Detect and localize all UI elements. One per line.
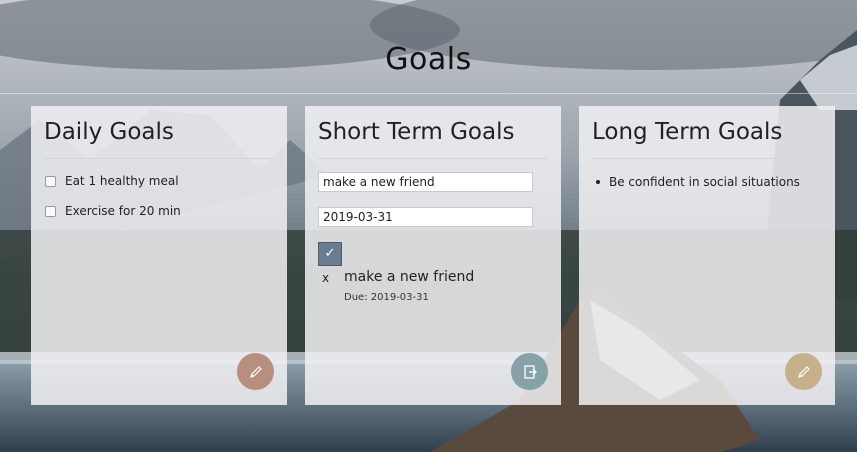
pencil-icon	[797, 365, 810, 378]
remove-goal-button[interactable]: x	[322, 271, 329, 285]
long-term-goals-card: Long Term Goals Be confident in social s…	[579, 106, 835, 405]
daily-goal-checkbox[interactable]	[45, 175, 56, 187]
card-divider	[44, 158, 274, 159]
goal-name-input[interactable]: make a new friend	[318, 172, 533, 192]
daily-goals-card: Daily Goals Eat 1 healthy meal Exercise …	[31, 106, 287, 405]
daily-goal-label: Eat 1 healthy meal	[65, 174, 179, 188]
daily-goal-label: Exercise for 20 min	[65, 204, 181, 218]
daily-goal-checkbox[interactable]	[45, 205, 56, 217]
long-goal-item: Be confident in social situations	[596, 175, 800, 189]
title-divider	[0, 93, 857, 94]
page-title: Goals	[385, 42, 472, 77]
goal-date-input[interactable]: 2019-03-31	[318, 207, 533, 227]
daily-goal-item[interactable]: Eat 1 healthy meal	[45, 173, 179, 189]
daily-edit-button[interactable]	[237, 353, 274, 390]
export-icon	[523, 364, 537, 379]
card-divider	[318, 158, 548, 159]
short-goal-due: Due: 2019-03-31	[344, 292, 429, 303]
short-goal-name: make a new friend	[344, 269, 475, 285]
short-term-goals-card: Short Term Goals make a new friend 2019-…	[305, 106, 561, 405]
pencil-icon	[249, 365, 262, 378]
short-export-button[interactable]	[511, 353, 548, 390]
long-edit-button[interactable]	[785, 353, 822, 390]
daily-goal-item[interactable]: Exercise for 20 min	[45, 203, 181, 219]
add-goal-button[interactable]: ✓	[318, 242, 342, 266]
short-term-goals-title: Short Term Goals	[318, 119, 515, 145]
daily-goals-title: Daily Goals	[44, 119, 174, 145]
card-divider	[592, 158, 822, 159]
long-term-goals-title: Long Term Goals	[592, 119, 783, 145]
